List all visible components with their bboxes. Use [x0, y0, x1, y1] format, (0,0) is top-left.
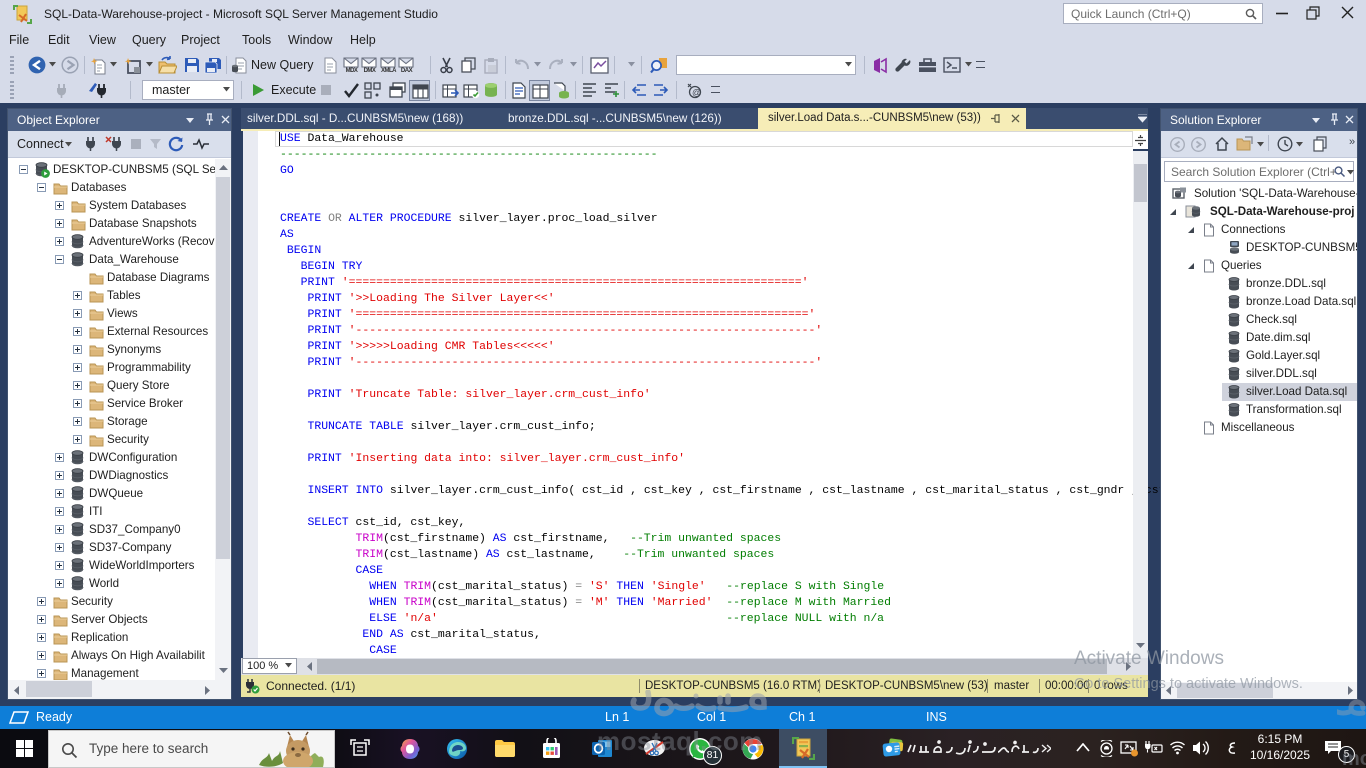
svg-text:@: @ [692, 88, 701, 98]
